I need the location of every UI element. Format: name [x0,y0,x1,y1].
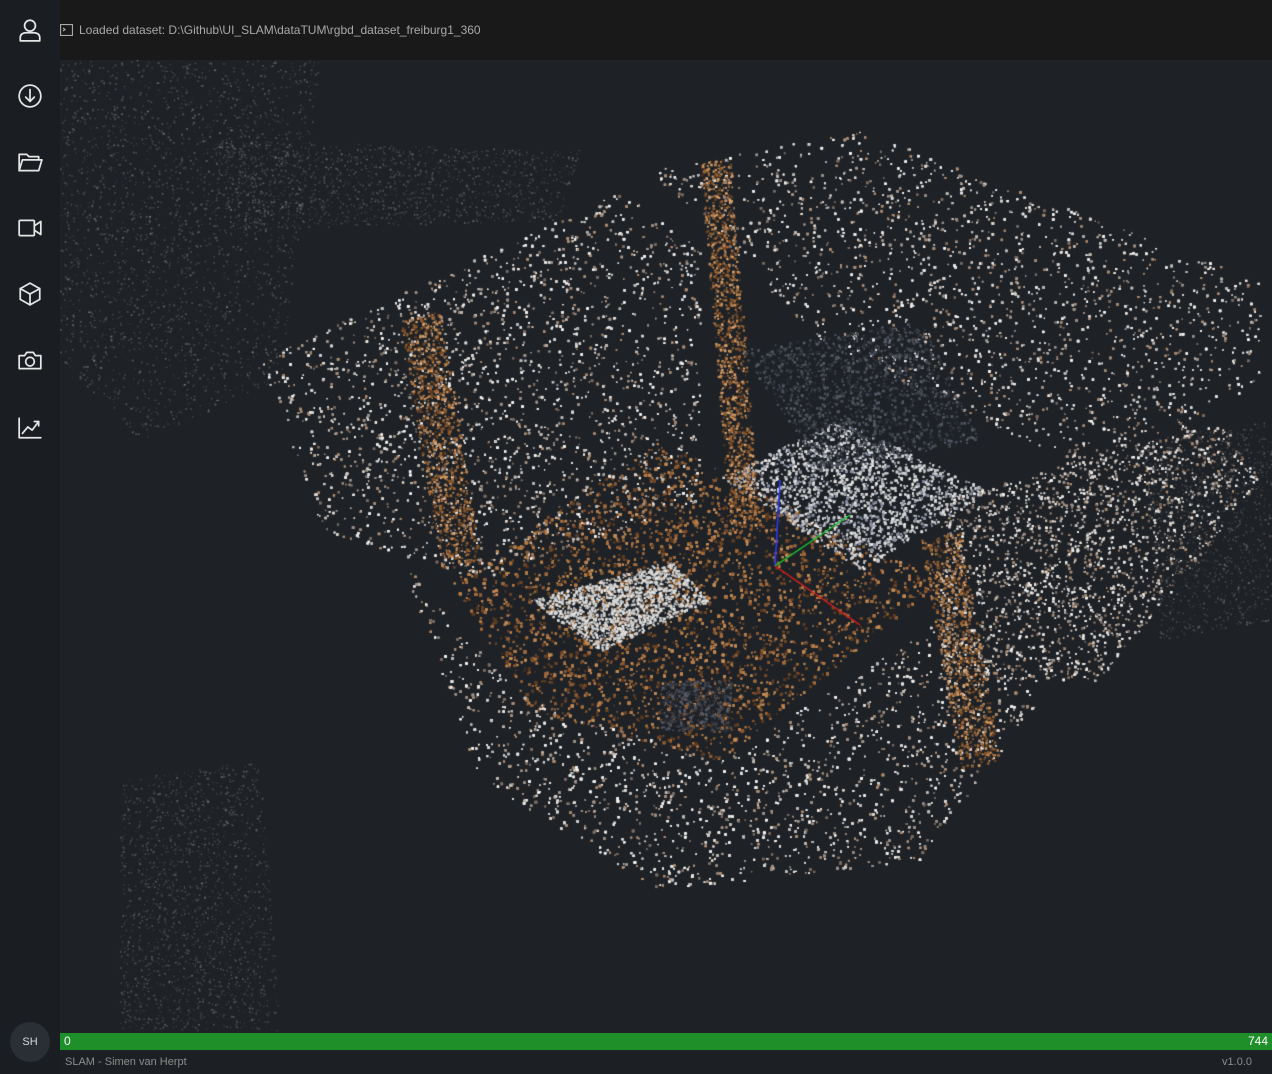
open-folder-button[interactable] [0,132,60,192]
chart-line-icon [18,417,42,439]
app-window: Loaded dataset: D:\Github\UI_SLAM\dataTU… [0,0,1272,1074]
frame-progress-bar[interactable]: 0 744 [60,1033,1272,1050]
download-icon [18,84,42,108]
cube-icon [19,282,41,306]
status-line: Loaded dataset: D:\Github\UI_SLAM\dataTU… [60,19,481,41]
snapshot-button[interactable] [0,330,60,390]
folder-open-icon [18,153,43,172]
point-cloud-canvas[interactable] [60,60,1272,1032]
download-button[interactable] [0,66,60,126]
point-cloud-viewport[interactable] [60,60,1272,1032]
avatar-initials: SH [22,1036,38,1048]
progress-min-label: 0 [64,1034,71,1048]
avatar[interactable]: SH [10,1022,50,1062]
account-button[interactable] [0,0,60,60]
user-icon [19,19,41,42]
app-credit: SLAM - Simen van Herpt [65,1056,187,1068]
status-text: Loaded dataset: D:\Github\UI_SLAM\dataTU… [79,23,481,37]
terminal-icon [60,24,73,36]
progress-max-label: 744 [1247,1034,1268,1048]
video-camera-icon [18,219,42,237]
statistics-button[interactable] [0,398,60,458]
video-button[interactable] [0,198,60,258]
progress-fill [60,1033,1272,1050]
footer: SLAM - Simen van Herpt v1.0.0 [60,1052,1272,1074]
camera-icon [18,351,42,370]
sidebar [0,0,60,1074]
model-3d-button[interactable] [0,264,60,324]
app-version: v1.0.0 [1222,1056,1252,1068]
